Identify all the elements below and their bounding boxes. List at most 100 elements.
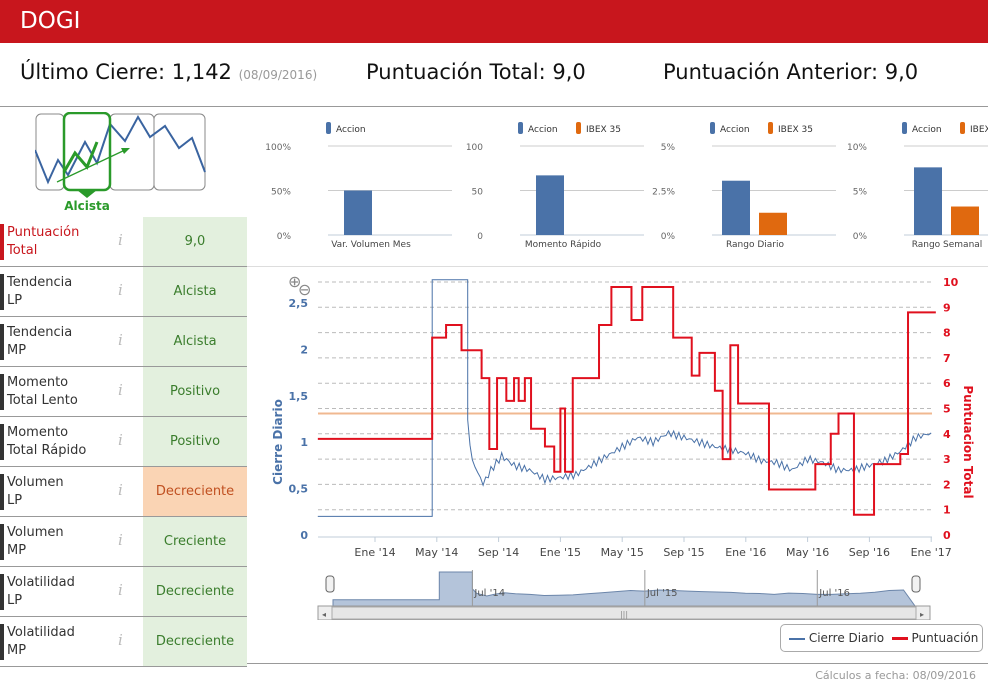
y-tick-label: 0%: [853, 232, 868, 242]
y2-tick-label: 3: [943, 453, 951, 466]
legend-swatch-cierre: [789, 637, 805, 640]
y2-tick-label: 6: [943, 377, 951, 390]
mini-chart-3: Accion IBEX 35 0% 5% 10% Rango Semanal: [847, 122, 988, 250]
score-row: Tendencia LP i Alcista: [0, 267, 247, 317]
row-label: Volumen MP: [0, 524, 110, 560]
y2-tick-label: 8: [943, 327, 951, 340]
y-tick-label: 2: [300, 343, 308, 356]
legend-swatch: [902, 122, 907, 134]
score-row: Puntuación Total i 9,0: [0, 217, 247, 267]
y-tick-label: 1,5: [289, 390, 309, 403]
y2-axis-title: Puntuacion Total: [961, 385, 975, 498]
row-label: Puntuación Total: [0, 224, 110, 260]
y-tick-label: 5%: [661, 143, 676, 153]
row-label-line: Total: [7, 243, 38, 258]
navigator-handle[interactable]: [911, 575, 921, 593]
row-label-line: Tendencia: [7, 275, 73, 290]
row-value: Alcista: [143, 317, 247, 366]
trend-chart-icon: Alcista: [34, 111, 206, 213]
row-label-line: Total Lento: [7, 393, 78, 408]
divider: [247, 266, 988, 267]
divider: [247, 663, 988, 664]
row-value: Decreciente: [143, 567, 247, 616]
info-icon[interactable]: i: [118, 531, 123, 549]
bar-accion: [344, 190, 372, 235]
score-row: Volatilidad MP i Decreciente: [0, 617, 247, 667]
y-tick-label: 2.5%: [652, 188, 675, 198]
score-row: Volatilidad LP i Decreciente: [0, 567, 247, 617]
bar-accion: [536, 175, 564, 235]
info-icon[interactable]: i: [118, 581, 123, 599]
row-label-line: Volatilidad: [7, 625, 75, 640]
scroll-right-icon[interactable]: ▸: [920, 610, 924, 619]
scroll-left-icon[interactable]: ◂: [322, 610, 326, 619]
row-value: Alcista: [143, 267, 247, 316]
navigator-tick-label: Jul '16: [818, 588, 850, 599]
info-icon[interactable]: i: [118, 631, 123, 649]
trend-indicator: Alcista: [34, 111, 210, 216]
row-label-line: LP: [7, 493, 23, 508]
row-label-line: Volumen: [7, 475, 64, 490]
row-label: Volatilidad MP: [0, 624, 110, 660]
y-tick-label: 1: [300, 436, 308, 449]
legend-item-puntuacion[interactable]: Puntuación: [912, 631, 979, 645]
row-label: Momento Total Rápido: [0, 424, 110, 460]
row-label-line: MP: [7, 543, 27, 558]
legend-label: Accion: [528, 125, 558, 135]
app-title: DOGI: [20, 8, 81, 34]
row-label-line: MP: [7, 343, 27, 358]
y-tick-label: 0: [477, 232, 483, 242]
mini-chart-2: Accion IBEX 35 0% 2.5% 5% Rango Diario: [652, 122, 836, 250]
info-icon[interactable]: i: [118, 231, 123, 249]
navigator-handle[interactable]: [325, 575, 335, 593]
bar-ibex-35: [951, 206, 979, 235]
info-icon[interactable]: i: [118, 281, 123, 299]
row-value: Positivo: [143, 367, 247, 416]
info-icon[interactable]: i: [118, 481, 123, 499]
y-tick-label: 0%: [277, 232, 292, 242]
x-tick-label: Ene '17: [911, 546, 952, 559]
y2-tick-label: 9: [943, 301, 951, 314]
y-tick-label: 0,5: [289, 483, 309, 496]
y-tick-label: 100: [466, 143, 483, 153]
x-tick-label: Sep '16: [849, 546, 890, 559]
legend-swatch: [326, 122, 331, 134]
x-tick-label: May '14: [415, 546, 458, 559]
legend-swatch: [710, 122, 715, 134]
info-icon[interactable]: i: [118, 381, 123, 399]
bar-accion: [914, 167, 942, 235]
x-category-label: Var. Volumen Mes: [331, 240, 411, 250]
calc-date: Cálculos a fecha: 08/09/2016: [815, 669, 976, 682]
info-icon[interactable]: i: [118, 431, 123, 449]
score-row: Momento Total Rápido i Positivo: [0, 417, 247, 467]
legend-swatch: [518, 122, 523, 134]
score-row: Tendencia MP i Alcista: [0, 317, 247, 367]
y-tick-label: 50%: [271, 188, 291, 198]
mini-chart-0: Accion 0% 50% 100% Var. Volumen Mes: [265, 122, 452, 250]
bar-accion: [722, 180, 750, 235]
y2-tick-label: 7: [943, 352, 951, 365]
y2-tick-label: 1: [943, 504, 951, 517]
legend-swatch: [960, 122, 965, 134]
legend-label: Accion: [336, 125, 366, 135]
navigator-tick-label: Jul '15: [646, 588, 678, 599]
row-label-line: Momento: [7, 375, 69, 390]
divider: [0, 106, 988, 107]
legend-item-cierre[interactable]: Cierre Diario: [809, 631, 884, 645]
x-tick-label: May '16: [786, 546, 829, 559]
row-label-line: Tendencia: [7, 325, 73, 340]
mini-chart-1: Accion IBEX 35 0 50 100 Momento Rápido: [466, 122, 644, 250]
y-tick-label: 50: [472, 188, 484, 198]
main-chart: ⊕⊖01234567891000,511,522,5Ene '14 May '14…: [271, 272, 975, 620]
x-tick-label: May '15: [601, 546, 644, 559]
last-close: Último Cierre: 1,142 (08/09/2016): [20, 60, 318, 84]
info-icon[interactable]: i: [118, 331, 123, 349]
chart-legend[interactable]: Cierre Diario Puntuación: [780, 624, 983, 652]
y2-tick-label: 0: [943, 529, 951, 542]
score-row: Momento Total Lento i Positivo: [0, 367, 247, 417]
row-label-line: LP: [7, 593, 23, 608]
legend-swatch-puntuacion: [891, 637, 908, 640]
x-tick-label: Ene '15: [540, 546, 581, 559]
row-label: Tendencia LP: [0, 274, 110, 310]
row-label-line: Volatilidad: [7, 575, 75, 590]
